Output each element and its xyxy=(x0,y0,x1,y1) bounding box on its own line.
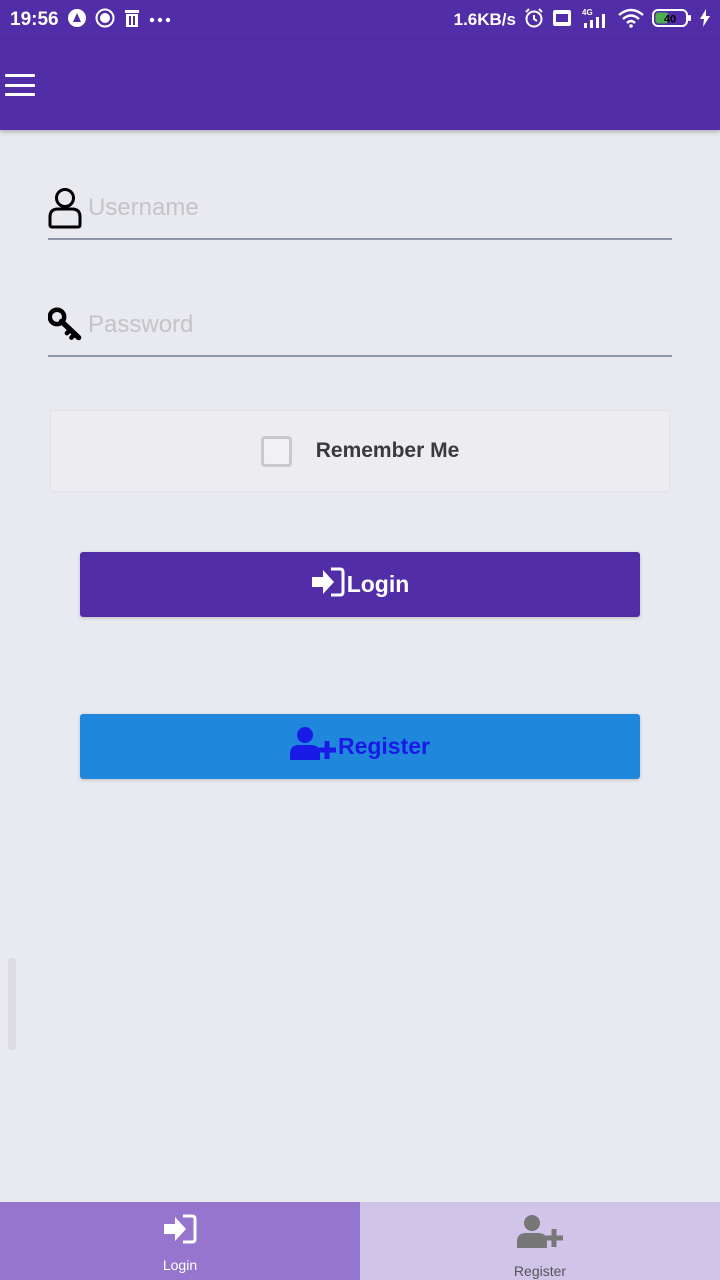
remember-me-checkbox[interactable] xyxy=(260,435,292,467)
key-icon xyxy=(48,303,84,347)
login-button-label: Login xyxy=(346,571,410,597)
tab-register[interactable]: Register xyxy=(360,1202,720,1280)
username-field xyxy=(48,178,672,240)
more-notifications-icon xyxy=(149,11,171,29)
user-icon xyxy=(48,186,84,230)
alarm-icon xyxy=(524,7,544,33)
status-left: 19:56 xyxy=(10,8,171,33)
remember-me-row: Remember Me xyxy=(50,410,670,492)
login-button[interactable]: Login xyxy=(80,552,640,617)
scroll-indicator xyxy=(8,958,16,1050)
status-bar: 19:56 1.6KB/s 4G 40 xyxy=(0,0,720,40)
battery-icon: 40 xyxy=(652,8,692,33)
username-input[interactable] xyxy=(84,188,672,228)
sign-in-icon xyxy=(311,567,345,603)
status-time: 19:56 xyxy=(10,9,59,30)
trash-notification-icon xyxy=(123,8,141,33)
password-input[interactable] xyxy=(84,305,672,345)
app-bar xyxy=(0,40,720,130)
sign-in-icon xyxy=(163,1214,197,1249)
wifi-icon xyxy=(618,8,644,33)
user-plus-icon xyxy=(289,726,336,768)
battery-level: 40 xyxy=(664,13,676,25)
bottom-tab-bar: Login Register xyxy=(0,1202,720,1280)
tab-register-label: Register xyxy=(513,1263,567,1279)
record-notification-icon xyxy=(95,8,115,33)
tab-login[interactable]: Login xyxy=(0,1202,360,1280)
volte-icon xyxy=(552,9,572,32)
remember-me-label[interactable]: Remember Me xyxy=(316,439,460,463)
network-type: 4G xyxy=(582,8,593,17)
tab-login-label: Login xyxy=(162,1257,198,1273)
net-speed: 1.6KB/s xyxy=(453,10,516,29)
status-right: 1.6KB/s 4G 40 xyxy=(454,7,710,34)
charging-icon xyxy=(700,8,710,32)
register-button[interactable]: Register xyxy=(80,714,640,779)
cell-signal-icon: 4G xyxy=(580,7,610,34)
user-plus-icon xyxy=(517,1214,563,1255)
app-notification-icon xyxy=(67,8,87,33)
register-button-label: Register xyxy=(337,733,431,759)
password-field xyxy=(48,295,672,357)
menu-icon[interactable] xyxy=(5,74,35,96)
